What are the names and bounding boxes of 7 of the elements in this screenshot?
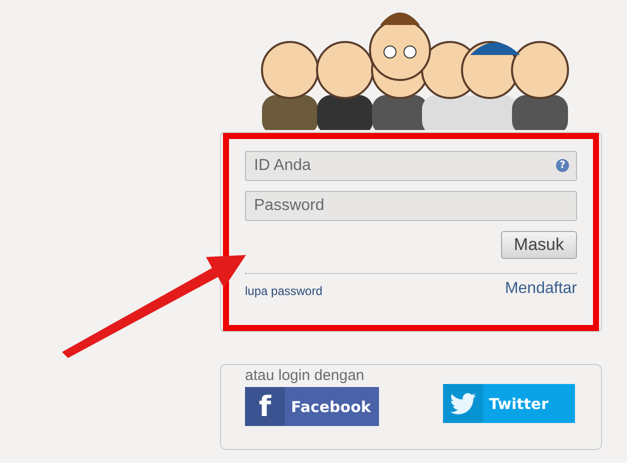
register-link[interactable]: Mendaftar [504,280,577,298]
forgot-password-link[interactable]: lupa password [245,284,322,298]
social-login-prompt: atau login dengan [245,367,366,384]
login-button[interactable]: Masuk [500,231,577,259]
password-field[interactable]: Password [245,191,577,221]
facebook-login-button[interactable]: f Facebook [245,387,379,426]
bird-icon [450,392,476,414]
